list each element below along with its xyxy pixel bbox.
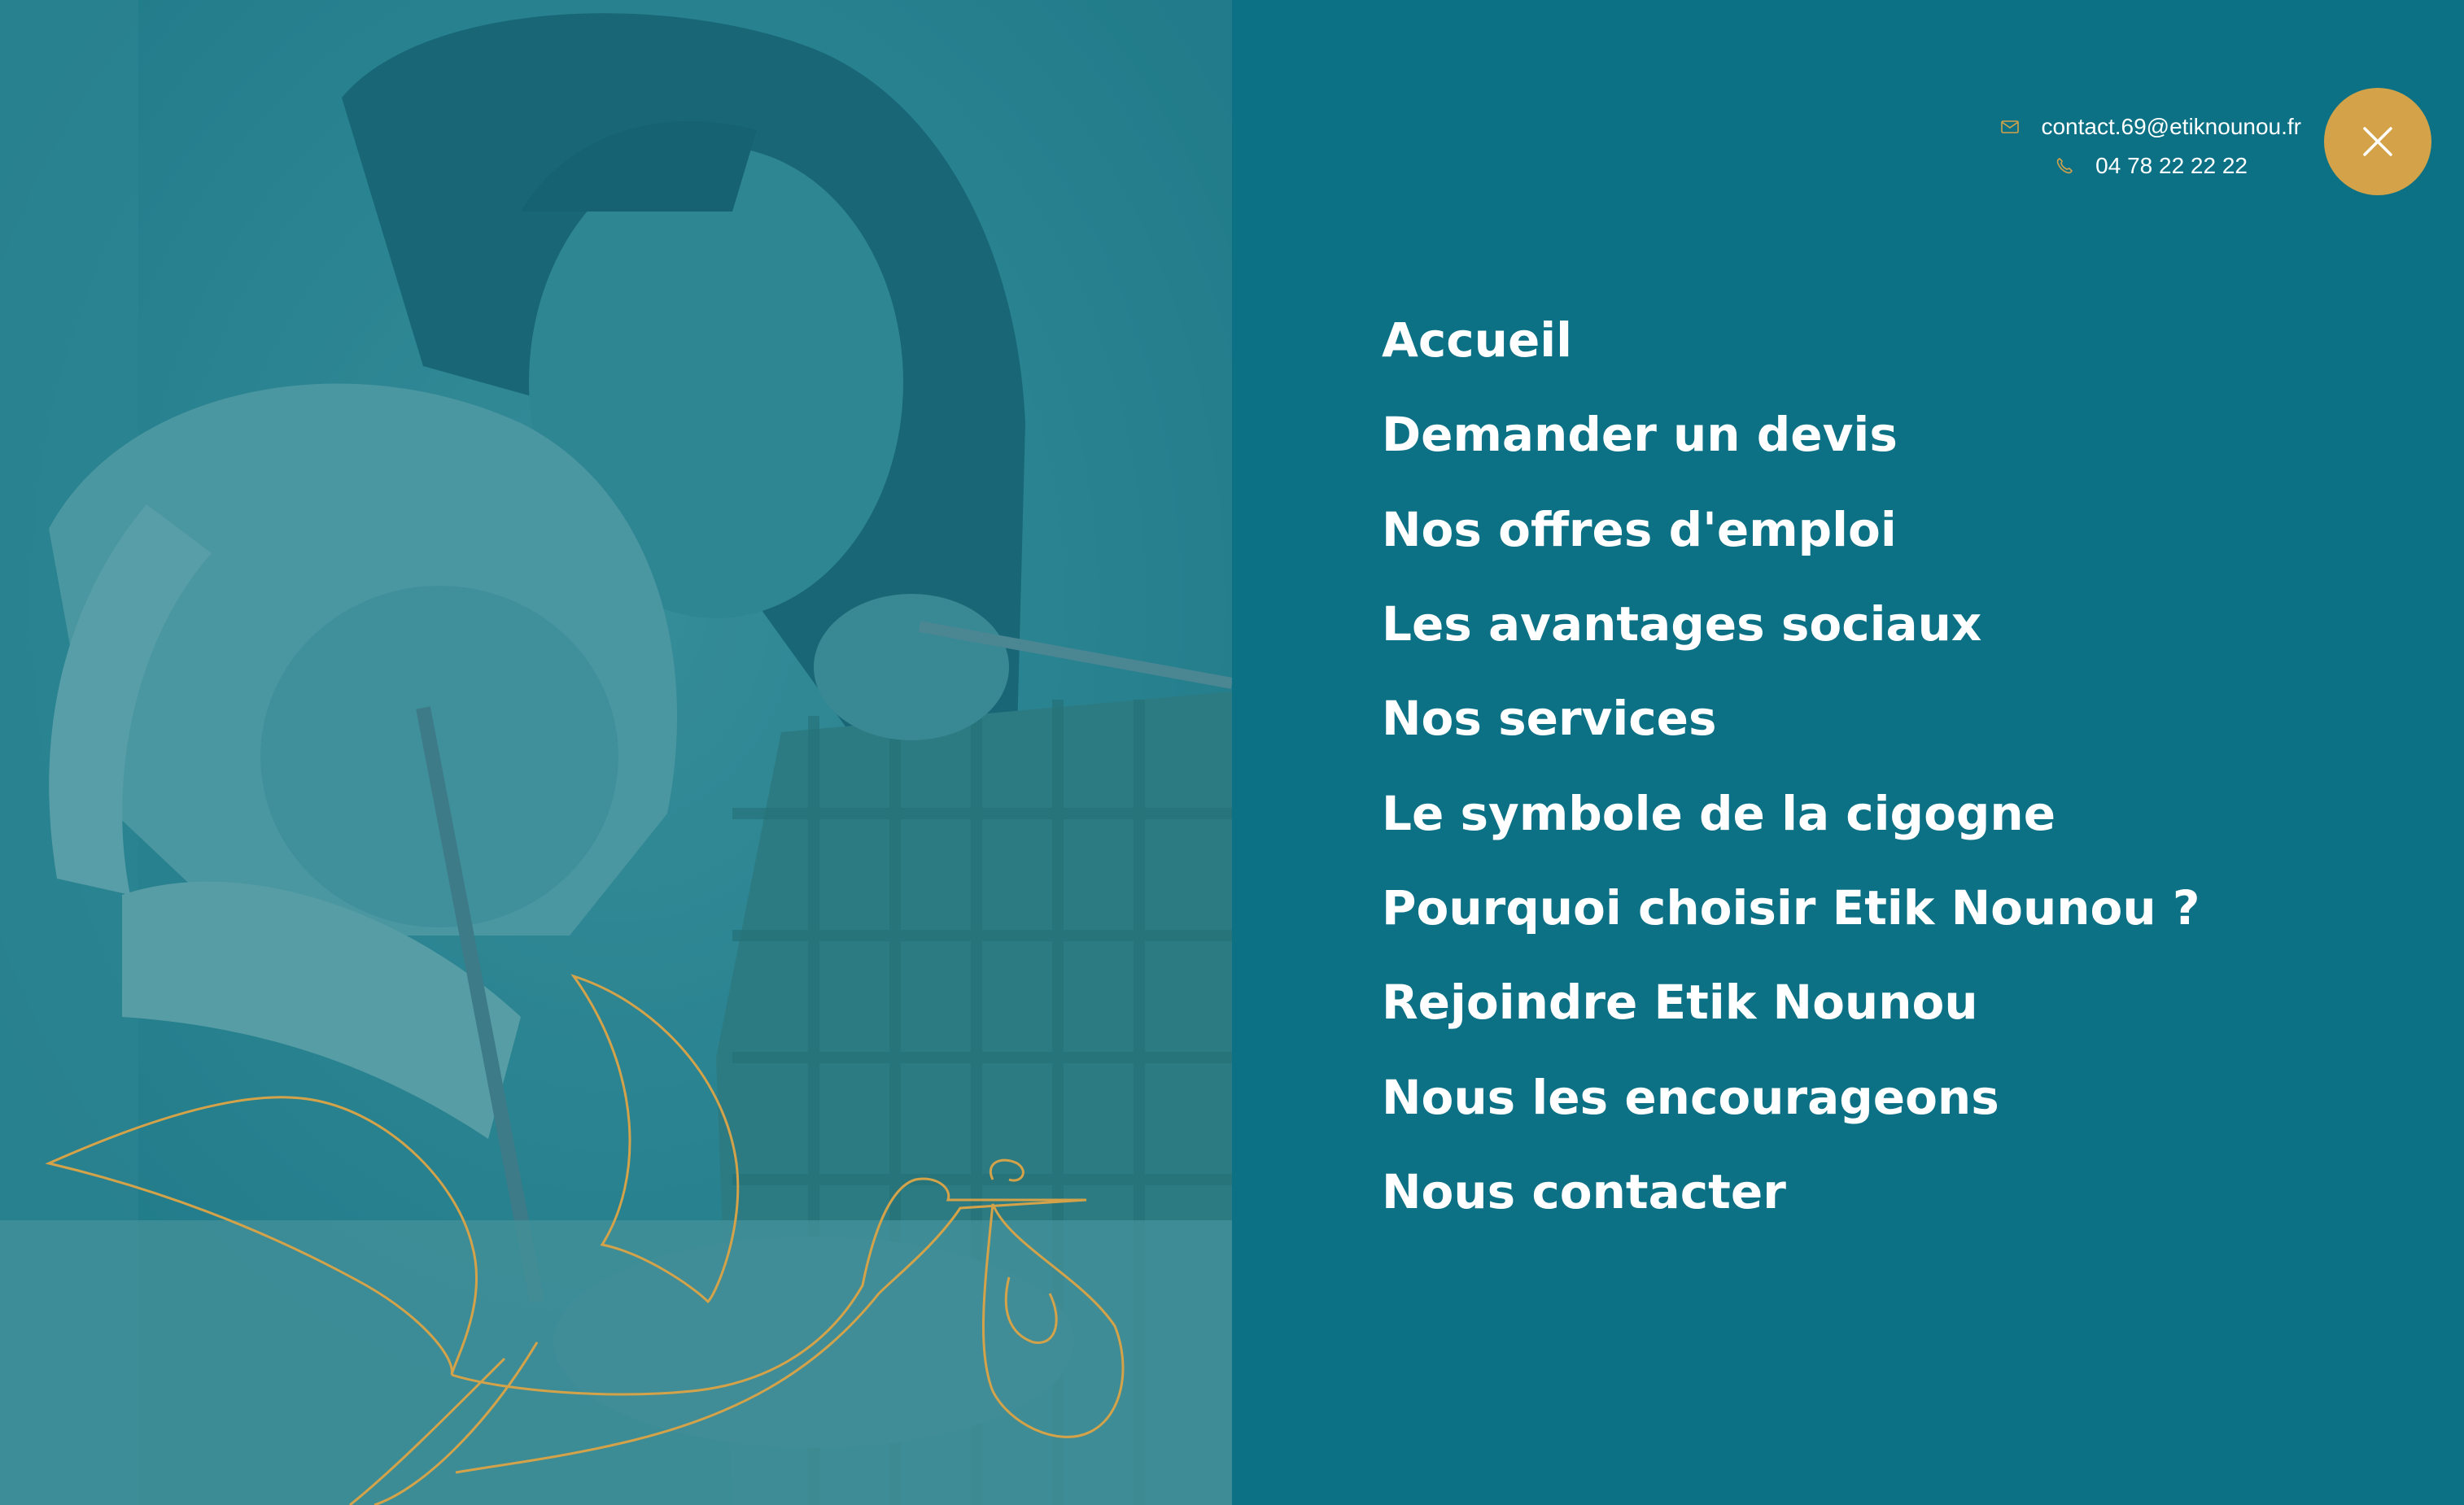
contact-email[interactable]: contact.69@etiknounou.fr <box>2041 107 2301 146</box>
menu-link-pourquoi-choisir[interactable]: Pourquoi choisir Etik Nounou ? <box>1382 880 2200 936</box>
menu-link-symbole-cigogne[interactable]: Le symbole de la cigogne <box>1382 786 2056 841</box>
menu-item: Pourquoi choisir Etik Nounou ? <box>1382 861 2200 955</box>
contact-info: contact.69@etiknounou.fr 04 78 22 22 22 <box>2000 107 2301 185</box>
menu-link-demander-un-devis[interactable]: Demander un devis <box>1382 407 1898 462</box>
hero-photo-panel <box>0 0 1232 1505</box>
phone-icon <box>2056 158 2073 174</box>
main-menu: Accueil Demander un devis Nos offres d'e… <box>1382 293 2200 1239</box>
menu-link-accueil[interactable]: Accueil <box>1382 312 1572 368</box>
menu-link-avantages-sociaux[interactable]: Les avantages sociaux <box>1382 596 1981 652</box>
contact-phone[interactable]: 04 78 22 22 22 <box>2095 146 2248 185</box>
close-icon <box>2363 127 2392 156</box>
contact-phone-row[interactable]: 04 78 22 22 22 <box>2000 146 2301 185</box>
menu-link-contacter[interactable]: Nous contacter <box>1382 1164 1786 1219</box>
envelope-icon <box>2001 120 2020 133</box>
menu-item: Les avantages sociaux <box>1382 577 2200 671</box>
page: contact.69@etiknounou.fr 04 78 22 22 22 … <box>0 0 2464 1505</box>
menu-item: Nos services <box>1382 671 2200 766</box>
menu-item: Nous les encourageons <box>1382 1049 2200 1144</box>
menu-item: Nos offres d'emploi <box>1382 482 2200 577</box>
menu-item: Le symbole de la cigogne <box>1382 766 2200 860</box>
menu-link-nos-services[interactable]: Nos services <box>1382 691 1717 746</box>
menu-link-rejoindre[interactable]: Rejoindre Etik Nounou <box>1382 975 1978 1030</box>
close-menu-button[interactable] <box>2324 88 2431 195</box>
menu-item: Nous contacter <box>1382 1145 2200 1239</box>
contact-email-row[interactable]: contact.69@etiknounou.fr <box>2000 107 2301 146</box>
menu-link-encourageons[interactable]: Nous les encourageons <box>1382 1070 1999 1125</box>
stork-illustration <box>45 974 1125 1505</box>
menu-item: Rejoindre Etik Nounou <box>1382 955 2200 1049</box>
menu-item: Demander un devis <box>1382 387 2200 482</box>
menu-item: Accueil <box>1382 293 2200 387</box>
menu-link-offres-emploi[interactable]: Nos offres d'emploi <box>1382 502 1897 557</box>
